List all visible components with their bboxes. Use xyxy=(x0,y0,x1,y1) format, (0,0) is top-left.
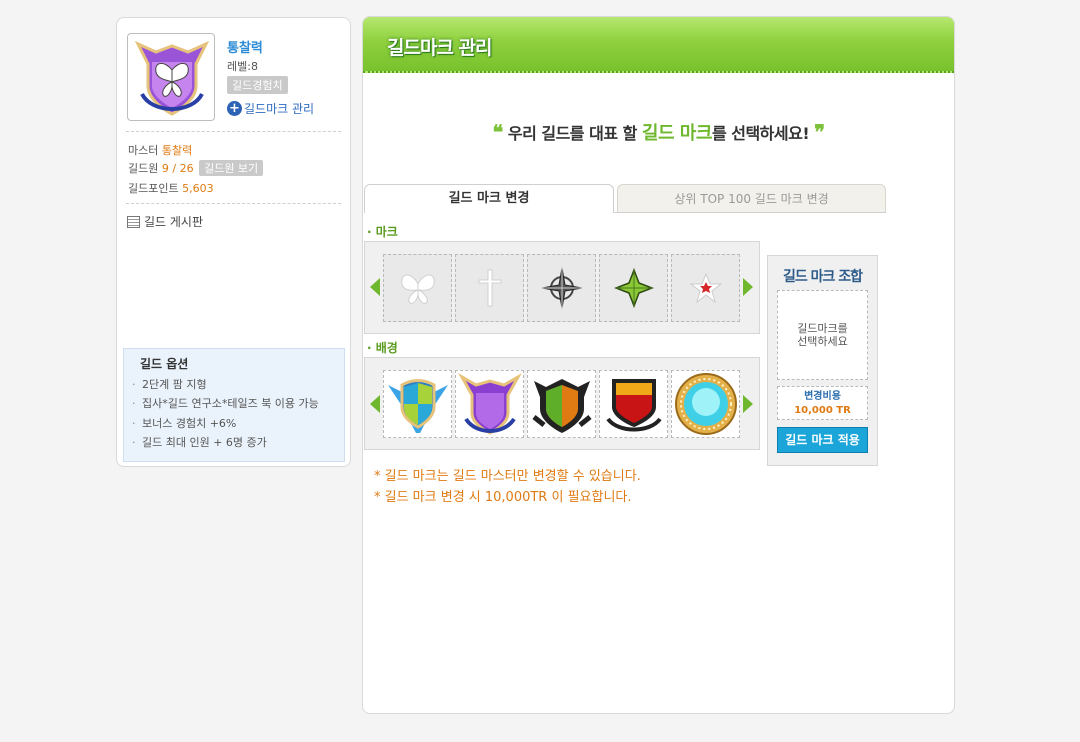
mark-strip xyxy=(364,241,760,334)
points-value: 5,603 xyxy=(182,182,214,195)
guild-options-title: 길드 옵션 xyxy=(140,357,189,371)
background-next-arrow-icon[interactable] xyxy=(743,395,753,413)
guild-option-item: · 길드 최대 인원 + 6명 증가 xyxy=(132,436,267,449)
tab-change-mark[interactable]: 길드 마크 변경 xyxy=(364,184,614,213)
divider xyxy=(126,131,341,132)
background-prev-arrow-icon[interactable] xyxy=(370,395,380,413)
master-line: 마스터 통찰력 xyxy=(128,142,192,158)
points-label: 길드포인트 xyxy=(128,182,179,195)
mark-option-red-star[interactable] xyxy=(671,254,740,322)
mark-option-green-star[interactable] xyxy=(599,254,668,322)
background-option-green-shield[interactable] xyxy=(527,370,596,438)
view-members-button[interactable]: 길드원 보기 xyxy=(199,160,264,176)
guild-mark-manage-label: 길드마크 관리 xyxy=(244,102,315,116)
background-option-red-shield[interactable] xyxy=(599,370,668,438)
note-cost: * 길드 마크 변경 시 10,000TR 이 필요합니다. xyxy=(374,490,632,505)
butterfly-icon xyxy=(400,274,435,304)
page-title: 길드마크 관리 xyxy=(387,37,492,59)
points-line: 길드포인트 5,603 xyxy=(128,180,214,196)
guild-options-box: 길드 옵션 · 2단계 팜 지형 · 집사*길드 연구소*테일즈 북 이용 가능 ·… xyxy=(123,348,345,462)
mark-section-label: · 마크 xyxy=(367,225,398,239)
green-shield-icon xyxy=(531,379,592,433)
tab-top100-mark[interactable]: 상위 TOP 100 길드 마크 변경 xyxy=(617,184,886,213)
members-line: 길드원 9 / 26 길드원 보기 xyxy=(128,160,264,176)
preview-placeholder-text: 길드마크를 선택하세요 xyxy=(797,322,848,348)
master-label: 마스터 xyxy=(128,144,159,157)
guild-mark-manager-panel: 길드마크 관리 ❝ 우리 길드를 대표 할 길드 마크를 선택하세요! ❞ 길드… xyxy=(362,16,955,714)
background-section-label: · 배경 xyxy=(367,341,398,355)
guild-info-panel: 통찰력 레벨:8 길드경험치 + 길드마크 관리 마스터 통찰력 길드원 9 /… xyxy=(116,17,351,467)
master-name: 통찰력 xyxy=(161,144,193,157)
blue-shield-icon xyxy=(387,379,448,433)
mark-combination-box: 길드 마크 조합 길드마크를 선택하세요 변경비용 10,000 TR 길드 마… xyxy=(767,255,878,466)
cost-value: 10,000 TR xyxy=(794,405,851,416)
combination-title: 길드 마크 조합 xyxy=(782,269,863,285)
combination-preview: 길드마크를 선택하세요 xyxy=(777,290,868,380)
tab-underline xyxy=(614,212,886,213)
background-option-blue-shield[interactable] xyxy=(383,370,452,438)
circle-emblem-icon xyxy=(674,373,737,435)
open-quote: ❝ xyxy=(492,120,504,144)
mark-prev-arrow-icon[interactable] xyxy=(370,278,380,296)
divider xyxy=(126,203,341,204)
background-option-circle-emblem[interactable] xyxy=(671,370,740,438)
close-quote: ❞ xyxy=(814,120,825,144)
red-star-icon xyxy=(689,272,722,304)
guild-option-item: · 집사*길드 연구소*테일즈 북 이용 가능 xyxy=(132,397,319,410)
guild-option-item: · 2단계 팜 지형 xyxy=(132,378,207,391)
guild-exp-button[interactable]: 길드경험치 xyxy=(227,76,288,94)
background-option-purple-shield[interactable] xyxy=(455,370,524,438)
slogan-highlight: 길드 마크 xyxy=(641,123,713,144)
mark-next-arrow-icon[interactable] xyxy=(743,278,753,296)
change-cost: 변경비용 10,000 TR xyxy=(777,386,868,420)
guild-board-link[interactable]: 길드 게시판 xyxy=(127,213,203,230)
panel-header: 길드마크 관리 xyxy=(363,17,954,73)
cost-label: 변경비용 xyxy=(804,391,841,402)
red-shield-icon xyxy=(605,379,662,432)
guild-option-item: · 보너스 경험치 +6% xyxy=(132,417,237,430)
guild-board-label: 길드 게시판 xyxy=(144,215,204,229)
members-label: 길드원 xyxy=(128,162,159,175)
mark-option-butterfly[interactable] xyxy=(383,254,452,322)
compass-star-icon xyxy=(541,267,582,309)
mark-option-compass-star[interactable] xyxy=(527,254,596,322)
plus-circle-icon: + xyxy=(227,101,242,116)
purple-shield-icon xyxy=(457,373,522,435)
mark-option-cross[interactable] xyxy=(455,254,524,322)
guild-mark-avatar xyxy=(127,33,215,121)
note-master-only: * 길드 마크는 길드 마스터만 변경할 수 있습니다. xyxy=(374,469,641,484)
board-icon xyxy=(127,215,140,228)
members-value: 9 / 26 xyxy=(161,162,194,175)
guild-level: 레벨:8 xyxy=(227,60,258,73)
background-strip xyxy=(364,357,760,450)
cross-icon xyxy=(478,269,501,307)
guild-name: 통찰력 xyxy=(227,41,263,56)
green-star-icon xyxy=(613,268,654,308)
apply-mark-button[interactable]: 길드 마크 적용 xyxy=(777,427,868,453)
guild-mark-manage-link[interactable]: + 길드마크 관리 xyxy=(227,100,314,117)
slogan: ❝ 우리 길드를 대표 할 길드 마크를 선택하세요! ❞ xyxy=(492,120,825,144)
